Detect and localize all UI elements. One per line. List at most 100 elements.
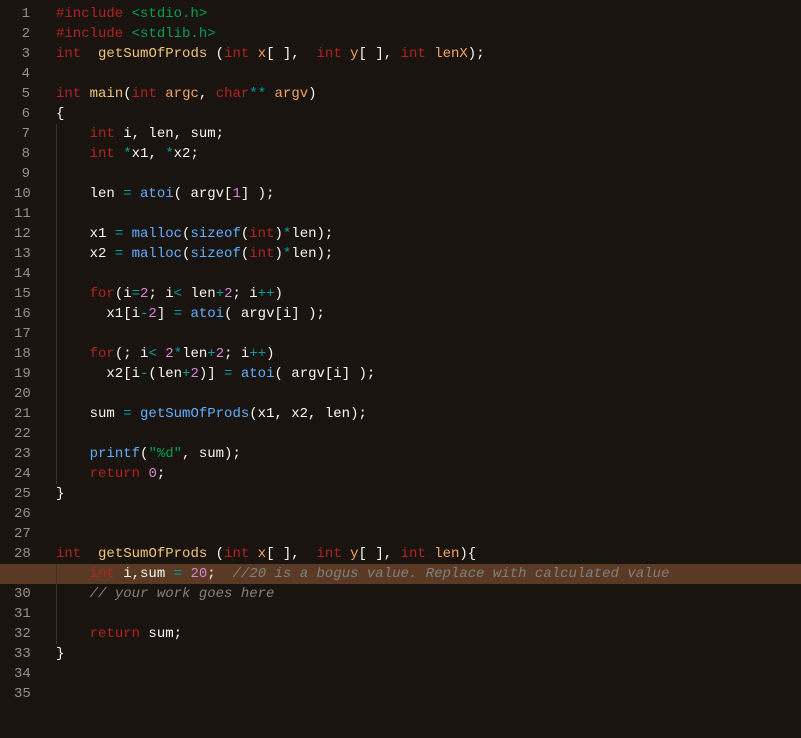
- indent-guide: [56, 164, 57, 184]
- code-line[interactable]: [44, 684, 801, 704]
- code-line[interactable]: sum = getSumOfProds(x1, x2, len);: [44, 404, 801, 424]
- code-line[interactable]: [44, 604, 801, 624]
- code-line[interactable]: for(; i< 2*len+2; i++): [44, 344, 801, 364]
- code-line[interactable]: }: [44, 644, 801, 664]
- line-number: 3: [14, 44, 30, 64]
- code-token: int: [317, 46, 342, 62]
- code-line[interactable]: {: [44, 104, 801, 124]
- code-token: ; i: [224, 346, 249, 362]
- code-line[interactable]: [44, 264, 801, 284]
- code-line[interactable]: // your work goes here: [44, 584, 801, 604]
- code-line[interactable]: int *x1, *x2;: [44, 144, 801, 164]
- code-token: [ ],: [266, 46, 316, 62]
- code-line[interactable]: [44, 204, 801, 224]
- code-token: x1,: [132, 146, 166, 162]
- code-token: malloc: [132, 246, 182, 262]
- code-token: [426, 46, 434, 62]
- code-line[interactable]: int getSumOfProds (int x[ ], int y[ ], i…: [44, 44, 801, 64]
- code-line[interactable]: [44, 424, 801, 444]
- code-token: (; i: [115, 346, 149, 362]
- code-line[interactable]: [44, 384, 801, 404]
- line-number: 21: [14, 404, 30, 424]
- indent-guide: [56, 344, 57, 364]
- indent-guide: [56, 444, 57, 464]
- code-line[interactable]: x2[i-(len+2)] = atoi( argv[i] );: [44, 364, 801, 384]
- code-token: [123, 226, 131, 242]
- code-token: 2: [190, 366, 198, 382]
- code-line[interactable]: [44, 504, 801, 524]
- indent-guide: [56, 124, 57, 144]
- indent-guide: [56, 304, 57, 324]
- code-line[interactable]: for(i=2; i< len+2; i++): [44, 284, 801, 304]
- code-token: [123, 246, 131, 262]
- code-line[interactable]: len = atoi( argv[1] );: [44, 184, 801, 204]
- code-line[interactable]: [44, 324, 801, 344]
- code-line[interactable]: [44, 64, 801, 84]
- code-token: //20 is a bogus value. Replace with calc…: [232, 566, 669, 582]
- indent-guide: [56, 404, 57, 424]
- code-line[interactable]: int main(int argc, char** argv): [44, 84, 801, 104]
- line-number: 24: [14, 464, 30, 484]
- code-token: [81, 86, 89, 102]
- code-token: +: [207, 346, 215, 362]
- indent-guide: [56, 624, 57, 644]
- indent-guide: [56, 184, 57, 204]
- code-line[interactable]: printf("%d", sum);: [44, 444, 801, 464]
- code-token: ): [275, 226, 283, 242]
- code-token: 2: [148, 306, 156, 322]
- code-token: 2: [165, 346, 173, 362]
- code-token: int: [224, 546, 249, 562]
- code-token: #include: [56, 6, 132, 22]
- code-line[interactable]: return sum;: [44, 624, 801, 644]
- indent-guide: [56, 364, 57, 384]
- code-token: getSumOfProds: [140, 406, 249, 422]
- code-token: 1: [232, 186, 240, 202]
- code-line[interactable]: x1 = malloc(sizeof(int)*len);: [44, 224, 801, 244]
- line-number: 8: [14, 144, 30, 164]
- code-line[interactable]: [44, 164, 801, 184]
- code-token: ( argv[i] );: [224, 306, 325, 322]
- code-line[interactable]: return 0;: [44, 464, 801, 484]
- code-line[interactable]: int getSumOfProds (int x[ ], int y[ ], i…: [44, 544, 801, 564]
- code-token: [157, 346, 165, 362]
- indent-guide: [56, 224, 57, 244]
- indent-guide: [56, 604, 57, 624]
- code-token: return: [90, 626, 140, 642]
- code-token: 2: [216, 346, 224, 362]
- indent-guide: [56, 584, 57, 604]
- code-token: =: [123, 406, 131, 422]
- line-number: 17: [14, 324, 30, 344]
- code-token: [81, 546, 98, 562]
- code-token: int: [90, 566, 115, 582]
- code-line[interactable]: [44, 664, 801, 684]
- code-token: **: [249, 86, 266, 102]
- code-token: (: [123, 86, 131, 102]
- code-token: [132, 186, 140, 202]
- code-area[interactable]: #include <stdio.h>#include <stdlib.h>int…: [44, 0, 801, 738]
- code-line[interactable]: int i, len, sum;: [44, 124, 801, 144]
- code-line[interactable]: [44, 524, 801, 544]
- code-token: =: [174, 306, 182, 322]
- code-token: x2: [56, 246, 115, 262]
- line-number: 23: [14, 444, 30, 464]
- line-number: 35: [14, 684, 30, 704]
- code-line[interactable]: int i,sum = 20; //20 is a bogus value. R…: [44, 564, 801, 584]
- code-editor[interactable]: 1234567891011121314151617181920212223242…: [0, 0, 801, 738]
- code-token: getSumOfProds: [98, 546, 207, 562]
- code-line[interactable]: x1[i-2] = atoi( argv[i] );: [44, 304, 801, 324]
- code-line[interactable]: #include <stdlib.h>: [44, 24, 801, 44]
- code-token: [56, 346, 90, 362]
- code-token: len);: [291, 226, 333, 242]
- code-token: atoi: [190, 306, 224, 322]
- line-number: 14: [14, 264, 30, 284]
- code-line[interactable]: x2 = malloc(sizeof(int)*len);: [44, 244, 801, 264]
- code-token: [132, 406, 140, 422]
- code-token: ( argv[i] );: [274, 366, 375, 382]
- code-line[interactable]: }: [44, 484, 801, 504]
- code-line[interactable]: #include <stdio.h>: [44, 4, 801, 24]
- code-token: ){: [459, 546, 476, 562]
- indent-guide: [56, 244, 57, 264]
- code-token: int: [90, 126, 115, 142]
- indent-guide: [56, 464, 57, 484]
- indent-guide: [56, 324, 57, 344]
